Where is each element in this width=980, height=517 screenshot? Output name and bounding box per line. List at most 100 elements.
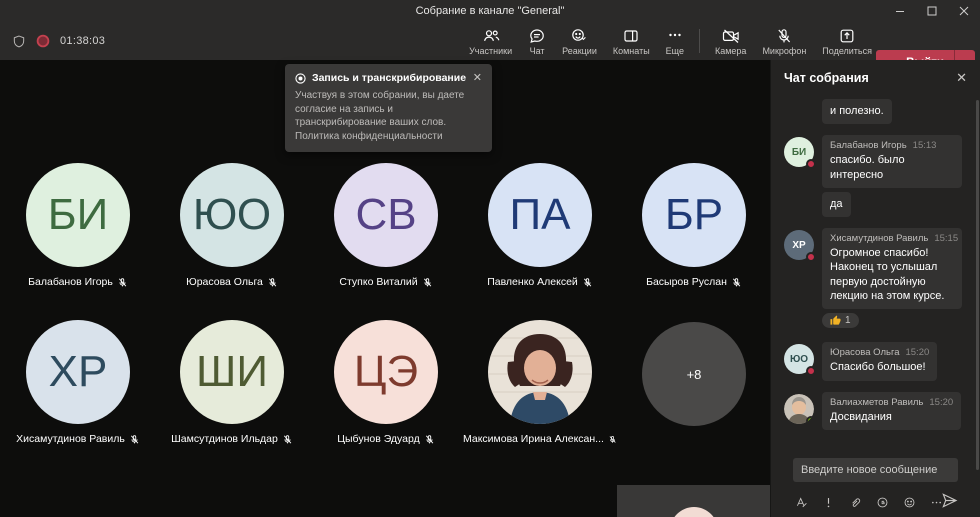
mic-muted-icon [608, 434, 617, 445]
avatar: ЮО [180, 163, 284, 267]
avatar-photo [784, 394, 814, 424]
share-icon [838, 27, 856, 45]
camera-off-icon [721, 27, 741, 45]
more-label: Еще [666, 46, 684, 56]
mic-off-icon [775, 27, 793, 45]
avatar: ХР [784, 230, 814, 260]
microphone-button[interactable]: Микрофон [754, 25, 814, 58]
format-icon[interactable] [795, 496, 808, 509]
chat-message: ХР Хисамутдинов Равиль 15:15 Огромное спа… [784, 228, 970, 309]
participant-name: Цыбунов Эдуард [337, 433, 420, 445]
mic-muted-icon [129, 434, 140, 445]
participants-button[interactable]: Участники [461, 25, 520, 58]
more-icon [666, 27, 684, 45]
status-badge [806, 252, 816, 262]
message-reaction[interactable]: 1 [822, 313, 859, 328]
reactions-icon [570, 27, 588, 45]
chat-message-continuation: и полезно. [784, 99, 970, 124]
self-view-tile[interactable]: МА [617, 485, 770, 517]
participant-tile: ЮО Юрасова Ольга [155, 163, 309, 288]
more-button[interactable]: Еще [658, 25, 692, 58]
status-badge [806, 159, 816, 169]
banner-title: Запись и транскрибирование [312, 72, 467, 84]
avatar: БИ [26, 163, 130, 267]
participant-tile: СВ Ступко Виталий [309, 163, 463, 288]
compose-area [771, 430, 980, 517]
message-text: Спасибо большое! [830, 360, 929, 374]
participant-name: Хисамутдинов Равиль [16, 433, 125, 445]
message-input[interactable] [793, 458, 958, 482]
banner-body-text: Участвуя в этом собрании, вы даете согла… [295, 90, 464, 128]
chat-message-continuation: да [784, 192, 970, 217]
recording-banner: Запись и транскрибирование ✕ Участвуя в … [285, 64, 492, 152]
participants-label: Участники [469, 46, 512, 56]
avatar: ШИ [180, 320, 284, 424]
thumbs-up-icon [830, 315, 841, 326]
close-button[interactable] [948, 0, 980, 22]
recording-indicator-icon [36, 34, 50, 48]
giphy-icon[interactable] [876, 496, 889, 509]
rooms-icon [622, 27, 640, 45]
mic-muted-icon [267, 277, 278, 288]
chat-scrollbar[interactable] [976, 100, 979, 470]
message-text: Огромное спасибо! Наконец то услышал пер… [830, 246, 954, 303]
message-text: Досвидания [830, 410, 953, 424]
mic-muted-icon [424, 434, 435, 445]
message-time: 15:15 [934, 233, 958, 244]
rooms-button[interactable]: Комнаты [605, 25, 658, 58]
record-icon [295, 73, 306, 84]
chat-close-icon[interactable]: ✕ [956, 70, 967, 86]
microphone-label: Микрофон [762, 46, 806, 56]
chat-icon [528, 27, 546, 45]
camera-button[interactable]: Камера [707, 25, 754, 58]
participant-tile: ЦЭ Цыбунов Эдуард [309, 320, 463, 445]
maximize-button[interactable] [916, 0, 948, 22]
avatar: СВ [334, 163, 438, 267]
privacy-policy-link[interactable]: Политика конфиденциальности [295, 131, 443, 142]
message-author: Хисамутдинов Равиль [830, 233, 928, 244]
chat-message-list[interactable]: и полезно. БИ Балабанов Игорь15:13 спаси… [771, 95, 980, 430]
message-time: 15:20 [929, 397, 953, 408]
participant-tile: Максимова Ирина Алексан... [463, 320, 617, 445]
participant-tile: ШИ Шамсутдинов Ильдар [155, 320, 309, 445]
share-button[interactable]: Поделиться [814, 25, 880, 58]
status-badge [806, 416, 814, 424]
mic-muted-icon [282, 434, 293, 445]
participant-name: Шамсутдинов Ильдар [171, 433, 278, 445]
mic-muted-icon [582, 277, 593, 288]
overflow-tile[interactable]: +8 [617, 322, 771, 426]
participant-tile: БИ Балабанов Игорь [1, 163, 155, 288]
reactions-button[interactable]: Реакции [554, 25, 605, 58]
participant-name: Павленко Алексей [487, 276, 578, 288]
attach-icon[interactable] [849, 496, 862, 509]
send-icon[interactable] [941, 492, 958, 509]
emoji-icon[interactable] [903, 496, 916, 509]
participant-name: Басыров Руслан [646, 276, 727, 288]
chat-button[interactable]: Чат [520, 25, 554, 58]
banner-close-icon[interactable]: ✕ [473, 73, 482, 84]
participant-name: Максимова Ирина Алексан... [463, 433, 604, 445]
mic-muted-icon [422, 277, 433, 288]
meeting-timer: 01:38:03 [60, 35, 105, 47]
participant-name: Балабанов Игорь [28, 276, 113, 288]
chat-message: Валиахметов Равиль15:20 Досвидания [784, 392, 970, 430]
share-label: Поделиться [822, 46, 872, 56]
reaction-count: 1 [845, 315, 851, 326]
shield-icon [12, 34, 26, 49]
meeting-toolbar: 01:38:03 Участники Ч [0, 22, 980, 60]
teams-meeting-window: Собрание в канале "General" 01:38:03 [0, 0, 980, 517]
chat-message: БИ Балабанов Игорь15:13 спасибо. было ин… [784, 135, 970, 188]
chat-message: ЮО Юрасова Ольга15:20 Спасибо большое! [784, 342, 970, 380]
avatar: БИ [784, 137, 814, 167]
minimize-button[interactable] [884, 0, 916, 22]
camera-label: Камера [715, 46, 746, 56]
avatar: ЮО [784, 344, 814, 374]
avatar: ПА [488, 163, 592, 267]
priority-icon[interactable] [822, 496, 835, 509]
chat-label: Чат [530, 46, 545, 56]
participant-tile: БР Басыров Руслан [617, 163, 771, 288]
avatar-photo [488, 320, 592, 424]
rooms-label: Комнаты [613, 46, 650, 56]
window-title: Собрание в канале "General" [0, 0, 980, 22]
participant-tile: ПА Павленко Алексей [463, 163, 617, 288]
